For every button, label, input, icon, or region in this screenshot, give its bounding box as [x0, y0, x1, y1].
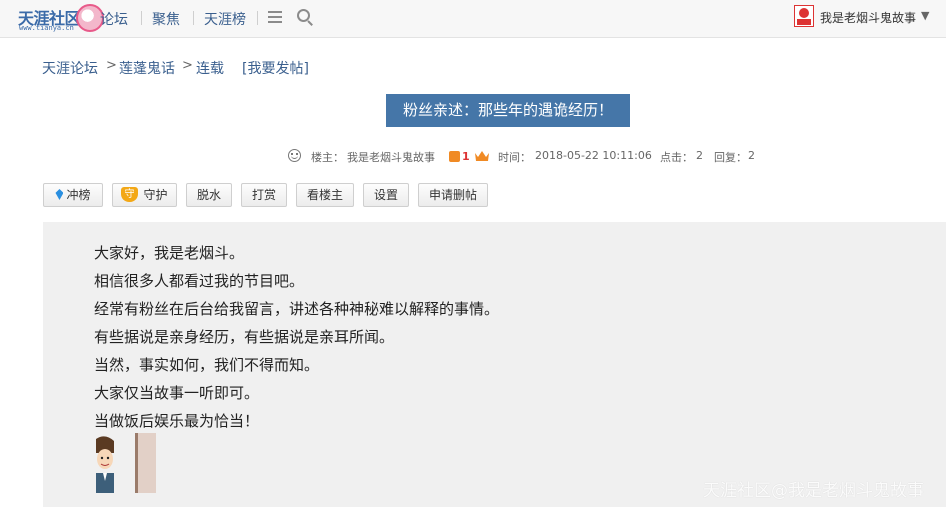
- search-icon[interactable]: [297, 9, 314, 26]
- reward-button[interactable]: 打赏: [241, 183, 287, 207]
- owner-label: 楼主：: [311, 151, 344, 164]
- user-name[interactable]: 我是老烟斗鬼故事: [820, 9, 916, 26]
- settings-button[interactable]: 设置: [363, 183, 409, 207]
- smile-icon: [288, 149, 301, 162]
- chevron-down-icon[interactable]: ▼: [921, 9, 929, 22]
- shield-icon: [121, 187, 139, 202]
- request-delete-button[interactable]: 申请删帖: [418, 183, 488, 207]
- image-panel: [135, 433, 156, 493]
- top-bar: 天涯社区 www.tianya.cn 论坛 聚焦 天涯榜 我是老烟斗鬼故事 ▼: [0, 0, 946, 38]
- rank-button[interactable]: 冲榜: [43, 183, 103, 207]
- logo-url: www.tianya.cn: [19, 24, 74, 32]
- new-post-link[interactable]: [我要发帖]: [242, 58, 309, 78]
- tianya-logo[interactable]: 天涯社区 www.tianya.cn: [18, 2, 104, 34]
- replies-label: 回复：: [714, 151, 747, 164]
- guard-button-label: 守护: [143, 188, 168, 202]
- level-number: 1: [462, 150, 470, 163]
- guard-button[interactable]: 守护: [112, 183, 177, 207]
- nav-divider: [257, 11, 258, 25]
- chevron-right-icon: >: [106, 58, 117, 73]
- content-line: 经常有粉丝在后台给我留言，讲述各种神秘难以解释的事情。: [94, 300, 500, 318]
- replies-count: 2: [748, 149, 755, 162]
- crown-icon: [475, 151, 489, 161]
- diamond-icon: [55, 189, 64, 200]
- rank-button-label: 冲榜: [66, 188, 91, 202]
- nav-divider: [193, 11, 194, 25]
- nav-focus[interactable]: 聚焦: [152, 9, 180, 29]
- content-line: 有些据说是亲身经历，有些据说是亲耳所闻。: [94, 328, 395, 346]
- nav-ranking[interactable]: 天涯榜: [204, 9, 246, 29]
- post-time: 2018-05-22 10:11:06: [535, 149, 652, 162]
- breadcrumb-serial[interactable]: 连载: [196, 58, 224, 78]
- dehydrate-button[interactable]: 脱水: [186, 183, 232, 207]
- chevron-right-icon: >: [182, 58, 193, 73]
- breadcrumb-forum[interactable]: 天涯论坛: [42, 58, 98, 78]
- view-owner-button[interactable]: 看楼主: [296, 183, 354, 207]
- time-label: 时间：: [498, 151, 531, 164]
- content-line: 大家仅当故事一听即可。: [94, 384, 260, 402]
- watermark: 天涯社区@我是老烟斗鬼故事: [703, 481, 924, 501]
- content-line: 当做饭后娱乐最为恰当！: [94, 412, 260, 430]
- owner-name[interactable]: 我是老烟斗鬼故事: [347, 149, 435, 165]
- clicks-count: 2: [696, 149, 703, 162]
- content-line: 大家好，我是老烟斗。: [94, 244, 245, 262]
- breadcrumb-board[interactable]: 莲蓬鬼话: [119, 58, 175, 78]
- user-avatar[interactable]: [794, 5, 814, 27]
- post-title: 粉丝亲述：那些年的遇诡经历！: [386, 94, 630, 127]
- nav-forum[interactable]: 论坛: [100, 9, 128, 29]
- nav-divider: [141, 11, 142, 25]
- level-badge-icon: [449, 151, 460, 162]
- clicks-label: 点击：: [660, 151, 693, 164]
- content-line: 相信很多人都看过我的节目吧。: [94, 272, 305, 290]
- cartoon-image: [96, 433, 114, 493]
- menu-icon[interactable]: [268, 11, 282, 23]
- content-line: 当然，事实如何，我们不得而知。: [94, 356, 320, 374]
